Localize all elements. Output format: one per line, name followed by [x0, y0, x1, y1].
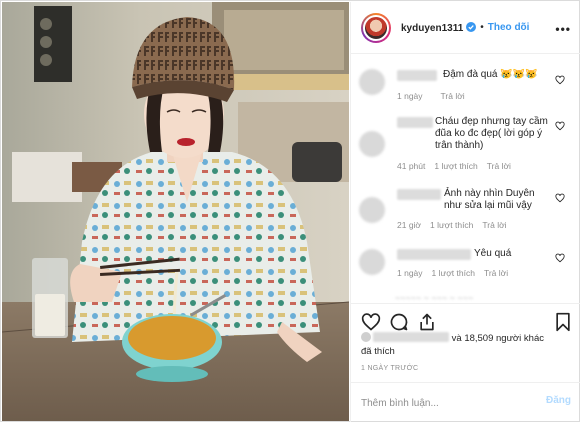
- comment-likes[interactable]: 1 lượt thích: [434, 161, 477, 171]
- comment-meta: 41 phút 1 lượt thích Trả lời: [397, 161, 520, 171]
- post-photo-illustration: [2, 2, 349, 421]
- post-sidebar: kyduyen1311 • Theo dõi ••• Đậm đà quá 😿😿…: [350, 2, 580, 422]
- likes-suffix-text: đã thích: [361, 346, 395, 357]
- liker-avatar: [361, 332, 371, 342]
- comment-meta: 1 ngày Trả lời: [397, 91, 474, 101]
- bookmark-icon[interactable]: [553, 312, 573, 332]
- comment-likes[interactable]: 1 lượt thích: [432, 268, 475, 278]
- share-icon[interactable]: [417, 312, 437, 332]
- more-options-icon[interactable]: •••: [555, 22, 571, 36]
- post-date: 1 NGÀY TRƯỚC: [361, 365, 419, 372]
- verified-badge-icon: [466, 21, 477, 32]
- reply-button[interactable]: Trả lời: [482, 220, 506, 230]
- username-text: kyduyen1311: [401, 22, 464, 34]
- commenter-name[interactable]: [397, 189, 441, 200]
- comment-meta: 1 ngày 1 lượt thích Trả lời: [397, 268, 517, 278]
- comment-like-heart-icon[interactable]: [555, 253, 565, 263]
- comment-likes[interactable]: 1 lượt thích: [430, 220, 473, 230]
- commenter-name[interactable]: [397, 117, 433, 128]
- profile-avatar-image: [363, 14, 389, 41]
- post-photo[interactable]: [2, 2, 349, 421]
- comment-text: Đậm đà quá 😿😿😿: [443, 69, 538, 80]
- reply-button[interactable]: Trả lời: [441, 91, 465, 101]
- comment-like-heart-icon[interactable]: [555, 121, 565, 131]
- comment-text: Ảnh này nhìn Duyên như sửa lại mũi vậy: [444, 188, 535, 211]
- instagram-post: kyduyen1311 • Theo dõi ••• Đậm đà quá 😿😿…: [0, 0, 580, 422]
- heart-icon[interactable]: [361, 312, 381, 332]
- commenter-avatar[interactable]: [359, 69, 385, 95]
- likes-summary[interactable]: và 18,509 người khác đã thích: [361, 332, 576, 358]
- post-comment-button[interactable]: Đăng: [546, 395, 571, 406]
- comment-text: Yêu quá: [474, 248, 512, 259]
- commenter-avatar[interactable]: [359, 249, 385, 275]
- comment-icon[interactable]: [389, 312, 409, 332]
- username-link[interactable]: kyduyen1311: [401, 21, 477, 34]
- add-comment-input[interactable]: [361, 395, 521, 411]
- post-header: kyduyen1311 • Theo dõi •••: [351, 2, 580, 54]
- truncated-comment: ~~~~~ ~ ~~~ ~ ~~~: [395, 293, 474, 303]
- likes-count-text[interactable]: và 18,509 người khác: [452, 333, 544, 344]
- liker-name[interactable]: [373, 332, 449, 342]
- profile-avatar[interactable]: [361, 12, 391, 43]
- commenter-name[interactable]: [397, 249, 471, 260]
- comment-meta: 21 giờ 1 lượt thích Trả lời: [397, 220, 516, 230]
- comment-text: Cháu đẹp nhưng tay cầm đũa ko đc đẹp( lờ…: [435, 116, 548, 151]
- commenter-name[interactable]: [397, 70, 437, 81]
- comment-time: 41 phút: [397, 161, 426, 171]
- reply-button[interactable]: Trả lời: [487, 161, 511, 171]
- commenter-avatar[interactable]: [359, 197, 385, 223]
- comment-like-heart-icon[interactable]: [555, 193, 565, 203]
- separator-dot: •: [480, 22, 484, 33]
- reply-button[interactable]: Trả lời: [484, 268, 508, 278]
- comment-time: 1 ngày: [397, 268, 423, 278]
- commenter-avatar[interactable]: [359, 131, 385, 157]
- comment-time: 1 ngày: [397, 91, 423, 101]
- follow-button[interactable]: Theo dõi: [488, 22, 530, 33]
- comments-list[interactable]: Đậm đà quá 😿😿😿 1 ngày Trả lời Cháu đẹp nh…: [351, 55, 580, 303]
- comment-time: 21 giờ: [397, 220, 422, 230]
- comment-like-heart-icon[interactable]: [555, 75, 565, 85]
- add-comment-bar: Đăng: [351, 382, 580, 422]
